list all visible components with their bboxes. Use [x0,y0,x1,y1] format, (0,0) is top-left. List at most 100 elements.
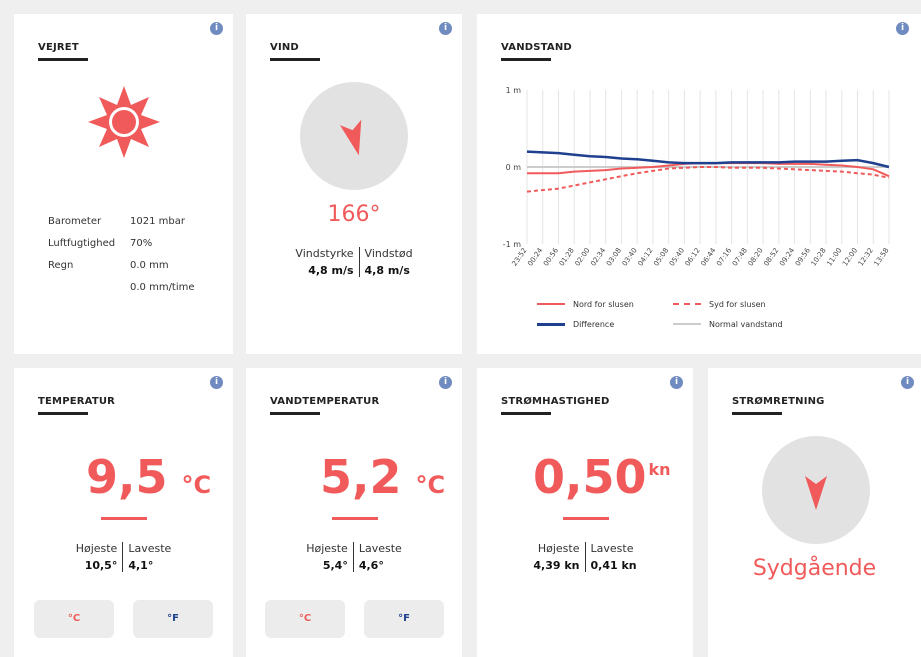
temperature-value: 9,5 °C [86,450,211,504]
temperature-number: 9,5 [86,450,168,504]
celsius-button[interactable]: °C [265,600,345,638]
x-tick-label: 00:56 [542,246,560,268]
current-speed-high-label: Højeste [537,542,580,555]
x-tick-label: 02:00 [573,247,591,268]
x-tick-label: 23:52 [511,247,529,268]
watertemp-unit: °C [415,471,446,499]
wind-gust-value: 4,8 m/s [364,264,410,277]
watertemp-card: i VANDTEMPERATUR 5,2 °C Højeste 5,4° Lave… [246,368,462,657]
x-tick-label: 01:28 [558,247,576,268]
watertemp-low-value: 4,6° [358,559,384,572]
y-tick-label: 1 m [506,86,522,95]
x-tick-label: 05:08 [652,247,670,268]
wind-gust-label: Vindstød [364,247,413,260]
x-tick-label: 04:12 [636,247,654,268]
info-icon[interactable]: i [670,376,683,389]
wind-degrees: 166° [327,202,381,227]
info-icon[interactable]: i [439,376,452,389]
current-speed-stats: Højeste 4,39 kn Laveste 0,41 kn [477,542,693,572]
legend-normal-label: Normal vandstand [709,319,783,329]
title-underline [501,412,551,415]
title-underline [38,412,88,415]
legend-south-label: Syd for slusen [709,299,766,309]
legend-north-label: Nord for slusen [573,299,634,309]
current-speed-low-value: 0,41 kn [590,559,637,572]
x-tick-label: 08:52 [762,247,780,268]
rain-rate-value: 0.0 mm/time [130,282,195,293]
temperature-unit: °C [181,471,212,499]
legend-difference-swatch [537,322,565,326]
watertemp-stats: Højeste 5,4° Laveste 4,6° [246,542,462,572]
legend-south-swatch [673,303,701,305]
current-direction-title: STRØMRETNING [732,396,825,407]
celsius-button[interactable]: °C [34,600,114,638]
barometer-label: Barometer [48,216,102,227]
title-underline [270,58,320,61]
wind-card: i VIND 166° Vindstyrke 4,8 m/s Vindstød … [246,14,462,354]
temperature-card: i TEMPERATUR 9,5 °C Højeste 10,5° Laveste… [14,368,233,657]
watertemp-high-label: Højeste [306,542,348,555]
info-icon[interactable]: i [210,22,223,35]
x-tick-label: 00:24 [526,246,544,268]
watertemp-low-label: Laveste [358,542,402,555]
current-speed-high-value: 4,39 kn [533,559,580,572]
info-icon[interactable]: i [439,22,452,35]
current-speed-low-label: Laveste [590,542,634,555]
x-tick-label: 10:28 [810,247,828,268]
weather-card: i VEJRET Barometer 1021 mbar Luftfugtighe… [14,14,233,354]
x-tick-label: 08:20 [747,247,765,268]
x-tick-label: 05:40 [668,247,686,268]
current-speed-unit: kn [648,460,671,479]
current-direction-card: i STRØMRETNING Sydgående [708,368,921,657]
wind-title: VIND [270,42,299,53]
title-underline [270,412,320,415]
rain-value: 0.0 mm [130,260,169,271]
temperature-low-label: Laveste [128,542,172,555]
sun-icon [88,86,160,158]
rain-label: Regn [48,260,74,271]
current-direction-text: Sydgående [752,556,877,581]
wind-speed-label: Vindstyrke [295,247,354,260]
watertemp-number: 5,2 [320,450,402,504]
waterlevel-card: i VANDSTAND 1 m0 m -1 m 23:52 00:24 00:56 01:… [477,14,921,354]
fahrenheit-button[interactable]: °F [364,600,444,638]
current-speed-number: 0,50 [533,450,647,504]
info-icon[interactable]: i [210,376,223,389]
current-speed-card: i STRØMHASTIGHED 0,50 kn Højeste 4,39 kn … [477,368,693,657]
temperature-title: TEMPERATUR [38,396,116,407]
wind-stats: Vindstyrke 4,8 m/s Vindstød 4,8 m/s [276,247,432,277]
rain-rate-label [48,282,130,304]
humidity-label: Luftfugtighed [48,238,116,249]
temperature-high-label: Højeste [75,542,118,555]
current-speed-value: 0,50 kn [533,450,671,504]
x-tick-label: 03:40 [621,247,639,268]
x-tick-label: 07:48 [731,247,749,268]
watertemp-divider [332,517,378,520]
x-tick-label: 09:24 [778,246,796,268]
x-tick-label: 06:12 [684,247,702,268]
x-tick-label: 09:56 [794,246,812,268]
x-tick-label: 07:16 [715,246,733,268]
x-tick-label: 13:58 [873,247,891,268]
temperature-stats: Højeste 10,5° Laveste 4,1° [14,542,233,572]
legend-difference-label: Difference [573,319,615,329]
temperature-divider [101,517,147,520]
fahrenheit-button[interactable]: °F [133,600,213,638]
legend-normal-swatch [673,323,701,325]
info-icon[interactable]: i [901,376,914,389]
current-speed-title: STRØMHASTIGHED [501,396,610,407]
humidity-value: 70% [130,238,153,249]
title-underline [38,58,88,61]
chart-legend: Nord for slusen Syd for slusen Differenc… [537,294,857,334]
barometer-value: 1021 mbar [130,216,185,227]
x-tick-label: 03:08 [605,247,623,268]
temperature-low-value: 4,1° [128,559,154,572]
wind-compass [300,82,408,190]
x-tick-label: 11:00 [825,247,843,268]
temperature-high-value: 10,5° [84,559,118,572]
title-underline [732,412,782,415]
series-line-nord-for-slusen [527,162,890,178]
x-tick-label: 12:00 [841,247,859,268]
watertemp-high-value: 5,4° [322,559,348,572]
x-tick-label: 06:44 [699,246,717,268]
